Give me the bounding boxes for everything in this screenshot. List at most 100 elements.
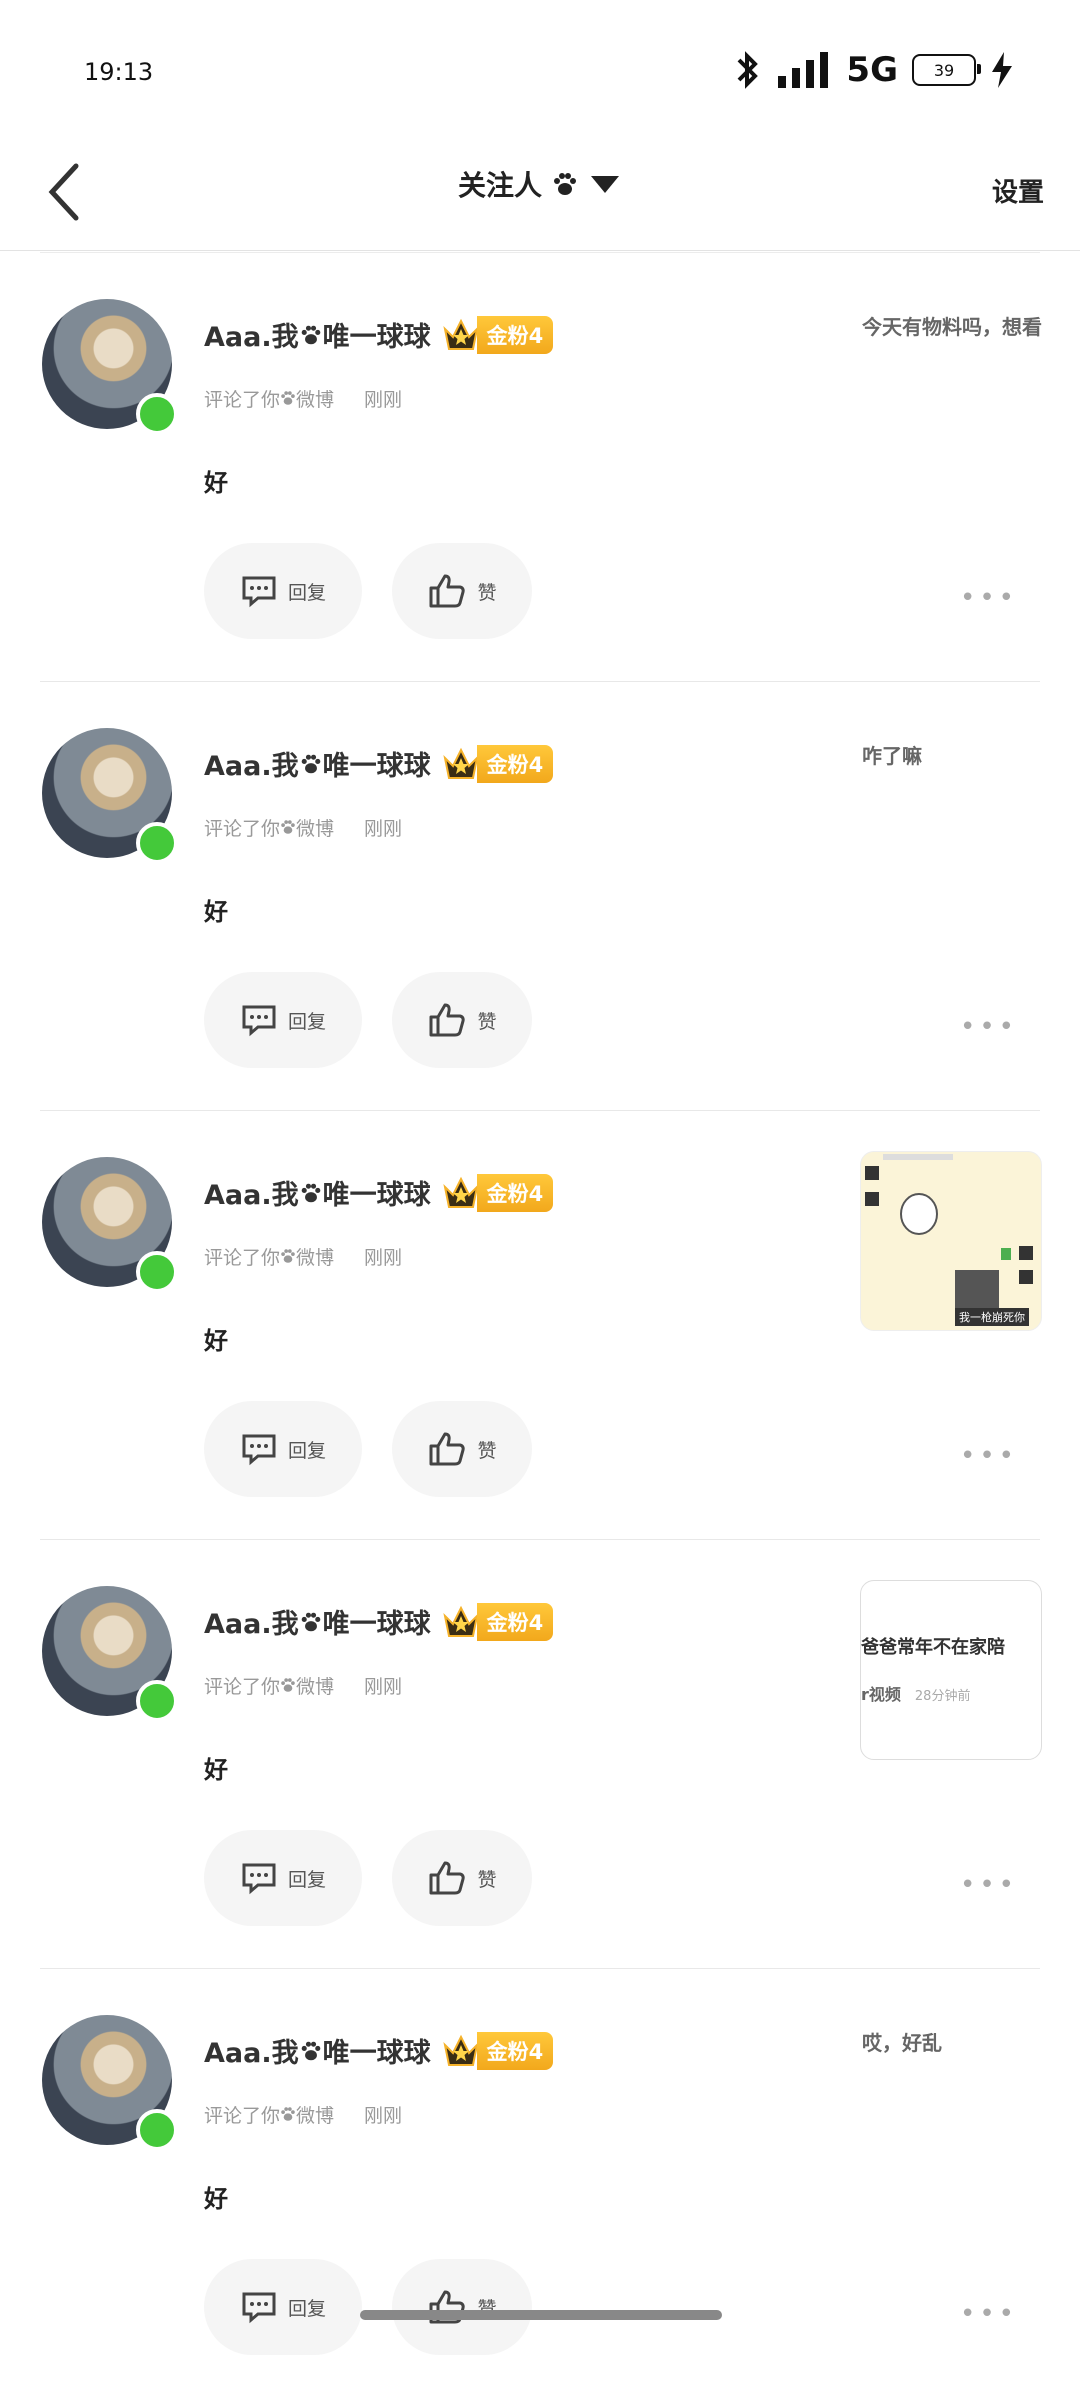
timestamp: 刚刚	[364, 818, 403, 840]
reply-button[interactable]: 回复	[204, 1830, 362, 1926]
status-bar: 19:13 5G 39	[0, 0, 1080, 140]
reply-button[interactable]: 回复	[204, 2259, 362, 2355]
user-name-row[interactable]: Aaa.我 唯一球球 金粉4	[204, 2031, 554, 2070]
avatar[interactable]	[42, 1586, 178, 1722]
signal-icon	[778, 52, 829, 88]
fan-badge: 金粉4	[441, 1602, 554, 1641]
action-suffix: 微博	[296, 1676, 335, 1698]
thumbs-up-icon	[429, 574, 466, 608]
activity-meta: 评论了你 微博 刚刚	[204, 1672, 402, 1699]
more-button[interactable]: •••	[960, 1441, 1018, 1471]
comment-text: 好	[204, 1327, 228, 1355]
home-indicator[interactable]	[360, 2310, 722, 2320]
activity-meta: 评论了你 微博 刚刚	[204, 385, 402, 412]
paw-icon	[301, 754, 320, 774]
badge-label: 金粉4	[476, 1602, 554, 1641]
comment-icon	[242, 576, 276, 608]
comment-text: 好	[204, 469, 228, 497]
list-item[interactable]: Aaa.我 唯一球球 金粉4 评论了你 微博 刚刚 好 回复 赞 ••• 哎，好乱	[40, 1969, 1040, 2397]
timestamp: 刚刚	[364, 2105, 403, 2127]
reply-button[interactable]: 回复	[204, 543, 362, 639]
user-name: Aaa.我 唯一球球	[204, 1180, 431, 1211]
settings-button[interactable]: 设置	[992, 172, 1044, 209]
paw-icon	[281, 1249, 295, 1263]
thumbs-up-icon	[429, 1003, 466, 1037]
badge-label: 金粉4	[476, 744, 554, 783]
comment-icon	[242, 1863, 276, 1895]
activity-meta: 评论了你 微博 刚刚	[204, 814, 402, 841]
online-indicator	[136, 1251, 178, 1293]
fan-badge: 金粉4	[441, 2031, 554, 2070]
network-type: 5G	[846, 50, 898, 90]
user-name-row[interactable]: Aaa.我 唯一球球 金粉4	[204, 1602, 554, 1641]
chat-screenshot-image	[865, 1154, 1033, 1314]
like-label: 赞	[477, 1010, 497, 1033]
avatar[interactable]	[42, 1157, 178, 1293]
user-name: Aaa.我 唯一球球	[204, 322, 431, 353]
like-button[interactable]: 赞	[392, 1830, 532, 1926]
reply-button[interactable]: 回复	[204, 972, 362, 1068]
thumbs-up-icon	[429, 1861, 466, 1895]
nav-title-dropdown[interactable]: 关注人	[0, 164, 1080, 204]
like-button[interactable]: 赞	[392, 543, 532, 639]
like-button[interactable]: 赞	[392, 2259, 532, 2355]
quoted-post[interactable]: 哎，好乱	[862, 2019, 1042, 2067]
user-name-row[interactable]: Aaa.我 唯一球球 金粉4	[204, 744, 554, 783]
thumbnail-meta: r视频 28分钟前	[861, 1685, 971, 1704]
list-item[interactable]: Aaa.我 唯一球球 金粉4 评论了你 微博 刚刚 好 回复 赞 ••• 今天有物料吗…	[40, 253, 1042, 682]
timestamp: 刚刚	[364, 389, 403, 411]
user-name: Aaa.我 唯一球球	[204, 2038, 431, 2069]
paw-icon	[281, 1678, 295, 1692]
like-button[interactable]: 赞	[392, 1401, 532, 1497]
quoted-post[interactable]: 咋了嘛	[862, 732, 1042, 780]
quoted-post[interactable]: 今天有物料吗，想看	[862, 303, 1042, 351]
nav-bar: 关注人 设置	[0, 140, 1080, 251]
action-text: 评论了你	[204, 389, 281, 411]
comment-text: 好	[204, 1756, 228, 1784]
reply-label: 回复	[287, 1439, 326, 1462]
action-text: 评论了你	[204, 1676, 281, 1698]
avatar[interactable]	[42, 299, 178, 435]
reply-label: 回复	[287, 1868, 326, 1891]
list-item[interactable]: Aaa.我 唯一球球 金粉4 评论了你 微博 刚刚 好 回复 赞 ••• 我一枪…	[40, 1111, 1042, 1540]
battery-level: 39	[933, 60, 955, 80]
post-thumbnail[interactable]: 爸爸常年不在家陪 r视频 28分钟前	[860, 1580, 1042, 1760]
list-item[interactable]: Aaa.我 唯一球球 金粉4 评论了你 微博 刚刚 好 回复 赞 ••• 咋了嘛	[40, 682, 1040, 1111]
action-text: 评论了你	[204, 818, 281, 840]
comment-text: 好	[204, 2185, 228, 2213]
status-time: 19:13	[84, 58, 154, 86]
comment-icon	[242, 1434, 276, 1466]
online-indicator	[136, 1680, 178, 1722]
reply-label: 回复	[287, 1010, 326, 1033]
comment-icon	[242, 1005, 276, 1037]
avatar[interactable]	[42, 728, 178, 864]
more-button[interactable]: •••	[960, 1870, 1018, 1900]
action-suffix: 微博	[296, 818, 335, 840]
reply-button[interactable]: 回复	[204, 1401, 362, 1497]
online-indicator	[136, 822, 178, 864]
more-button[interactable]: •••	[960, 2299, 1018, 2329]
paw-icon	[301, 2041, 320, 2061]
nav-title: 关注人	[457, 169, 542, 202]
list-item[interactable]: Aaa.我 唯一球球 金粉4 评论了你 微博 刚刚 好 回复 赞 ••• 爸爸常年不在…	[40, 1540, 1042, 1969]
like-button[interactable]: 赞	[392, 972, 532, 1068]
paw-icon	[554, 173, 576, 195]
fan-badge: 金粉4	[441, 315, 554, 354]
user-name-row[interactable]: Aaa.我 唯一球球 金粉4	[204, 315, 554, 354]
like-label: 赞	[477, 1868, 497, 1891]
activity-meta: 评论了你 微博 刚刚	[204, 2101, 402, 2128]
charging-icon	[992, 52, 1012, 88]
more-button[interactable]: •••	[960, 583, 1018, 613]
user-name-row[interactable]: Aaa.我 唯一球球 金粉4	[204, 1173, 554, 1212]
post-thumbnail[interactable]: 我一枪崩死你	[860, 1151, 1042, 1331]
more-button[interactable]: •••	[960, 1012, 1018, 1042]
online-indicator	[136, 2109, 178, 2151]
paw-icon	[301, 325, 320, 345]
comment-icon	[242, 2292, 276, 2324]
badge-label: 金粉4	[476, 1173, 554, 1212]
user-name: Aaa.我 唯一球球	[204, 1609, 431, 1640]
fan-badge: 金粉4	[441, 744, 554, 783]
crown-icon	[442, 2034, 479, 2066]
paw-icon	[281, 2107, 295, 2121]
avatar[interactable]	[42, 2015, 178, 2151]
